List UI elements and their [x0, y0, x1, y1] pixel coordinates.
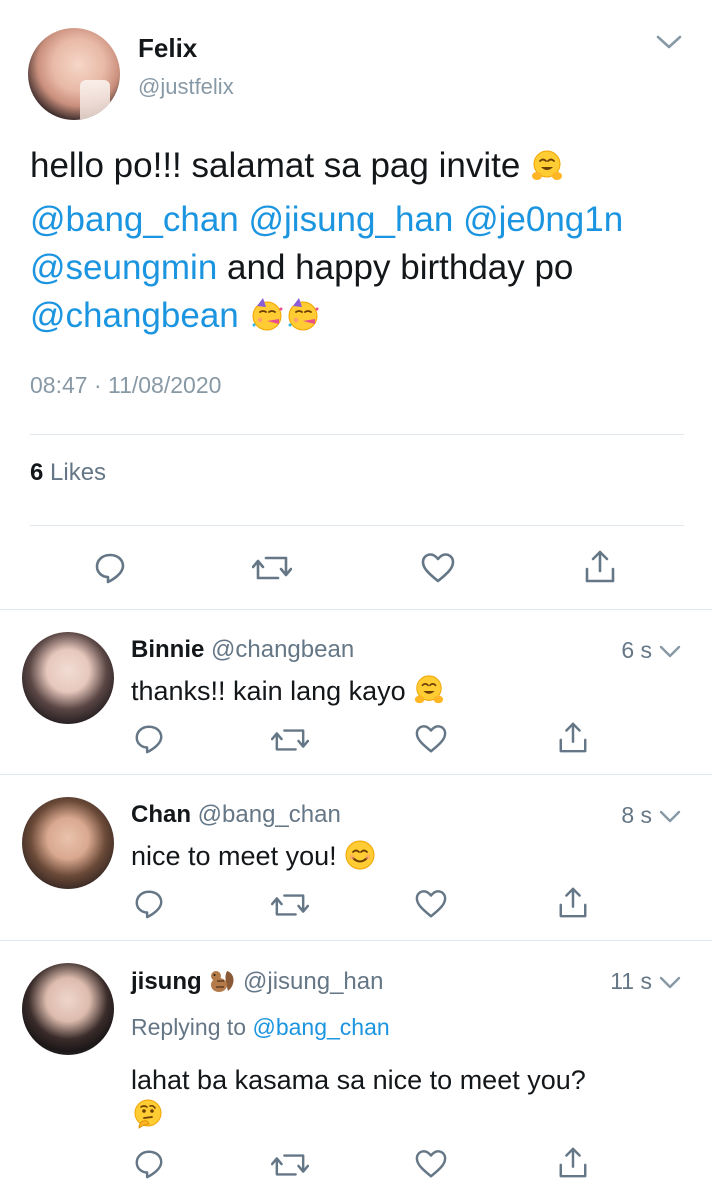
reply-icon[interactable] — [133, 1148, 167, 1182]
tweet-text: hello po!!! salamat sa pag invite @bang_… — [30, 142, 690, 346]
mention-link[interactable]: @je0ng1n — [463, 200, 623, 239]
share-icon[interactable] — [583, 549, 617, 583]
chevron-down-icon[interactable] — [658, 809, 682, 825]
tweet-timestamp[interactable]: 08:47 · 11/08/2020 — [30, 372, 221, 399]
mention-link[interactable]: @jisung_han — [249, 200, 454, 239]
partying-face-emoji-icon — [285, 297, 321, 346]
thinking-face-emoji-icon — [131, 1098, 165, 1141]
like-icon[interactable] — [420, 551, 455, 585]
chevron-down-icon[interactable] — [658, 644, 682, 660]
reply-author[interactable]: Chan @bang_chan — [131, 801, 341, 829]
share-icon[interactable] — [557, 1146, 591, 1180]
reply-text: thanks!! kain lang kayo — [131, 673, 445, 715]
reply-text-content: nice to meet you! — [131, 841, 337, 871]
avatar[interactable] — [22, 963, 114, 1055]
tweet-thread-page: Felix @justfelix hello po!!! salamat sa … — [0, 0, 712, 1200]
share-icon[interactable] — [557, 721, 591, 755]
reply-author-name: jisung — [131, 968, 202, 995]
reply-icon[interactable] — [93, 551, 127, 585]
smiling-face-emoji-icon — [344, 839, 376, 880]
like-icon[interactable] — [414, 1148, 448, 1182]
avatar[interactable] — [22, 797, 114, 889]
author-handle[interactable]: @justfelix — [138, 74, 234, 100]
reply-author-handle: @bang_chan — [197, 801, 341, 828]
reply-text-content: lahat ba kasama sa nice to meet you? — [131, 1065, 586, 1095]
reply-time[interactable]: 6 s — [621, 637, 652, 664]
avatar[interactable] — [28, 28, 120, 120]
reply-author-handle: @jisung_han — [243, 968, 384, 995]
reply-tweet: jisung @jisung_han 11 s Replying to @ban… — [0, 941, 712, 1200]
mention-link[interactable]: @changbean — [30, 296, 239, 335]
retweet-icon[interactable] — [271, 1149, 309, 1183]
retweet-icon[interactable] — [271, 724, 309, 758]
reply-text: lahat ba kasama sa nice to meet you? — [131, 1062, 691, 1141]
likes-number: 6 — [30, 459, 44, 486]
reply-icon[interactable] — [133, 723, 167, 757]
avatar[interactable] — [22, 632, 114, 724]
hugging-face-emoji-icon — [413, 674, 445, 715]
author-name[interactable]: Felix — [138, 33, 197, 64]
like-icon[interactable] — [414, 723, 448, 757]
reply-time[interactable]: 11 s — [610, 968, 652, 995]
tweet-text-part: hello po!!! salamat sa pag invite — [30, 146, 531, 185]
chevron-down-icon[interactable] — [655, 32, 683, 52]
chevron-down-icon[interactable] — [658, 975, 682, 991]
like-icon[interactable] — [414, 888, 448, 922]
reply-author[interactable]: Binnie @changbean — [131, 636, 354, 664]
divider — [30, 525, 684, 526]
reply-author-name: Binnie — [131, 636, 205, 663]
reply-author[interactable]: jisung @jisung_han — [131, 967, 383, 1002]
replying-to-mention[interactable]: @bang_chan — [252, 1014, 389, 1040]
reply-author-handle: @changbean — [211, 636, 355, 663]
reply-text: nice to meet you! — [131, 838, 376, 880]
replying-to-label: Replying to — [131, 1014, 247, 1040]
likes-count[interactable]: 6 Likes — [30, 459, 106, 487]
likes-label: Likes — [50, 459, 107, 486]
hugging-face-emoji-icon — [530, 148, 564, 196]
retweet-icon[interactable] — [252, 551, 292, 585]
reply-text-content: thanks!! kain lang kayo — [131, 676, 406, 706]
mention-link[interactable]: @bang_chan — [30, 200, 239, 239]
reply-time[interactable]: 8 s — [621, 802, 652, 829]
mention-link[interactable]: @seungmin — [30, 248, 217, 287]
chipmunk-emoji-icon — [208, 967, 236, 1002]
reply-tweet: Chan @bang_chan 8 s nice to meet you! — [0, 775, 712, 940]
partying-face-emoji-icon — [249, 297, 285, 346]
divider — [30, 434, 684, 435]
share-icon[interactable] — [557, 886, 591, 920]
reply-author-name: Chan — [131, 801, 191, 828]
main-tweet: Felix @justfelix hello po!!! salamat sa … — [0, 0, 712, 609]
tweet-text-part: and happy birthday po — [217, 248, 574, 287]
replying-to: Replying to @bang_chan — [131, 1014, 390, 1041]
retweet-icon[interactable] — [271, 889, 309, 923]
reply-tweet: Binnie @changbean 6 s thanks!! kain lang… — [0, 610, 712, 774]
reply-icon[interactable] — [133, 888, 167, 922]
